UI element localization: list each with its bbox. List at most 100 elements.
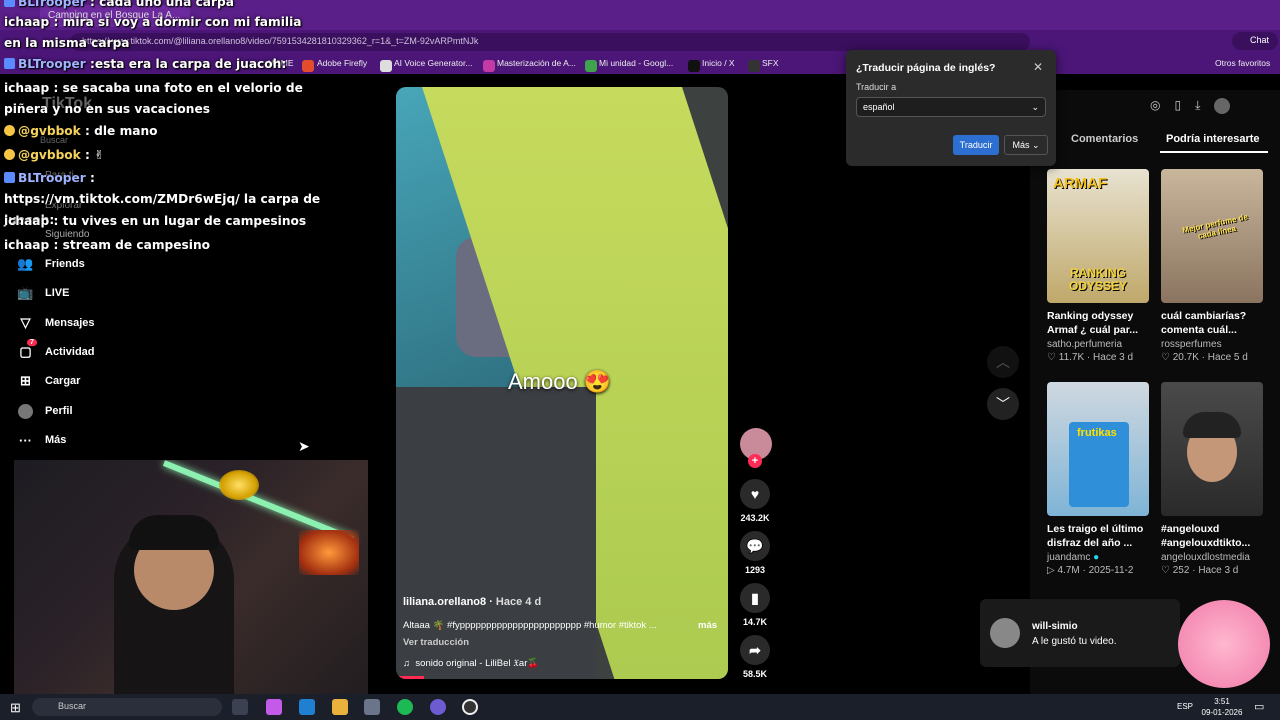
comment-button[interactable]: 💬 1293 [740,531,770,575]
follow-plus-icon[interactable]: + [748,454,762,468]
upload-icon: ⊞ [20,373,31,388]
master-icon [483,60,495,72]
mouse-cursor-icon: ➤ [298,438,310,454]
profile-avatar-icon [18,403,33,419]
nav-friends[interactable]: 👥 Friends [17,254,84,274]
sfx-icon [748,60,760,72]
comment-icon: 💬 [740,531,770,561]
progress-bar[interactable] [396,676,424,679]
like-notification[interactable]: will-simio A le gustó tu video. [980,599,1180,667]
taskbar-search[interactable]: Buscar [32,698,222,716]
spotify-icon[interactable] [397,699,413,715]
lamp [219,470,259,500]
copilot-chat-button[interactable]: Chat [1232,32,1278,50]
fireplace [299,530,359,575]
chat-line: BLTrooper :esta era la carpa de juacoh: [4,54,322,75]
x-icon [688,60,700,72]
tab-underline [1160,151,1268,153]
chat-line: ichaap : se sacaba una foto en el velori… [4,81,303,116]
chat-line: @gvbbok : ✌ [4,145,322,166]
edge-icon[interactable] [299,699,315,715]
store-icon[interactable] [364,699,380,715]
caption-more-link[interactable]: más [698,620,717,631]
video-author[interactable]: liliana.orellano8 · Hace 4 d [403,596,541,608]
translate-popup: ¿Traducir página de inglés? ✕ Traducir a… [846,50,1056,166]
chat-badge-icon [4,0,15,7]
more-dots-icon: ··· [19,432,32,448]
windows-taskbar: ⊞ Buscar ESP 3:51 09-01-2026 ▭ [0,694,1280,720]
nav-actividad[interactable]: ▢ 7 Actividad [18,338,95,362]
start-icon[interactable]: ⊞ [10,700,21,716]
next-video-button[interactable]: ﹀ [987,388,1019,420]
nav-mas[interactable]: ··· Más [18,430,66,450]
heart-icon: ♥ [740,479,770,509]
tab-comentarios[interactable]: Comentarios [1071,133,1138,145]
compass-icon[interactable]: ◎ [1150,98,1160,114]
chat-line: @gvbbok : dle mano [4,121,322,142]
like-button[interactable]: ♥ 243.2K [740,479,770,523]
chat-line: ichaap : stream de campesino [4,238,211,252]
nav-live[interactable]: 📺 LIVE [17,283,69,303]
chat-line: ichaap : tu vives en un lugar de campesi… [4,214,307,228]
panel-toolbar: ◎ ▯ ⤓ [1150,98,1270,114]
chat-badge-icon [4,125,15,136]
translate-more-button[interactable]: Más ⌄ [1004,135,1048,155]
task-view-icon[interactable] [232,699,248,715]
creator-avatar[interactable]: + [740,428,772,468]
chat-line: ichaap : mira si voy a dormir con mi fam… [4,15,302,50]
bookmark-drive[interactable]: Mi unidad - Googl... [599,58,673,68]
bookmark-x[interactable]: Inicio / X [702,58,735,68]
chat-badge-icon [4,172,15,183]
messages-icon: ▽ [20,315,31,330]
bookmark-sfx[interactable]: SFX [762,58,779,68]
bookmark-firefly[interactable]: Adobe Firefly [317,58,367,68]
nav-mensajes[interactable]: ▽ Mensajes [18,313,95,333]
tab-podria-interesarte[interactable]: Podría interesarte [1166,133,1260,145]
suggestion-card[interactable]: #angelouxd #angelouxdtikto... angelouxdl… [1161,382,1263,576]
bookmark-master[interactable]: Masterización de A... [497,58,576,68]
webcam-feed [14,460,368,694]
notification-center-icon[interactable]: ▭ [1254,700,1264,713]
language-select[interactable]: español ⌄ [856,97,1046,117]
translate-link[interactable]: Ver traducción [403,637,469,648]
video-sound[interactable]: ♫ sonido original - LiliBel 𝔛ar🍒 [403,658,539,669]
drive-icon [585,60,597,72]
discord-icon[interactable] [430,699,446,715]
share-icon: ➦ [740,635,770,665]
translate-button[interactable]: Traducir [953,135,999,155]
account-avatar-icon[interactable] [1214,98,1231,114]
activity-badge: 7 [27,338,37,346]
suggestion-card[interactable]: Mejor perfume de cada línea cuál cambiar… [1161,169,1263,363]
phone-icon[interactable]: ▯ [1174,98,1181,114]
chevron-down-icon: ⌄ [1031,102,1039,112]
explorer-icon[interactable] [332,699,348,715]
clock[interactable]: 3:51 09-01-2026 [1200,696,1244,718]
chat-badge-icon [4,58,15,69]
kirby-overlay [1178,600,1270,688]
notif-avatar [990,618,1020,648]
tent-floor [396,387,596,679]
prev-video-button[interactable]: ︿ [987,346,1019,378]
other-bookmarks[interactable]: Otros favoritos [1215,58,1270,68]
nav-perfil[interactable]: Perfil [18,401,73,421]
activity-icon: ▢ 7 [18,338,37,360]
language-indicator[interactable]: ESP [1177,702,1193,711]
video-player[interactable]: Amooo 😍 liliana.orellano8 · Hace 4 d Alt… [396,87,728,679]
streamer-hair [129,515,219,550]
close-icon[interactable]: ✕ [1033,60,1043,74]
friends-icon: 👥 [17,256,34,271]
download-icon[interactable]: ⤓ [1195,98,1200,114]
voice-icon [380,60,392,72]
save-button[interactable]: ▮ 14.7K [740,583,770,627]
nav-cargar[interactable]: ⊞ Cargar [18,371,80,391]
copilot-icon[interactable] [266,699,282,715]
obs-icon[interactable] [462,699,478,715]
suggestion-card[interactable]: frutikas Les traigo el último disfraz de… [1047,382,1149,576]
video-caption: Altaaa 🌴 #fyppppppppppppppppppppppp #hum… [403,620,657,631]
video-overlay-text: Amooo 😍 [508,369,612,394]
suggestion-card[interactable]: ARMAF RANKING ODYSSEY Ranking odyssey Ar… [1047,169,1149,363]
chat-badge-icon [4,149,15,160]
bookmark-icon: ▮ [740,583,770,613]
bookmark-voice[interactable]: AI Voice Generator... [394,58,472,68]
share-button[interactable]: ➦ 58.5K [740,635,770,679]
